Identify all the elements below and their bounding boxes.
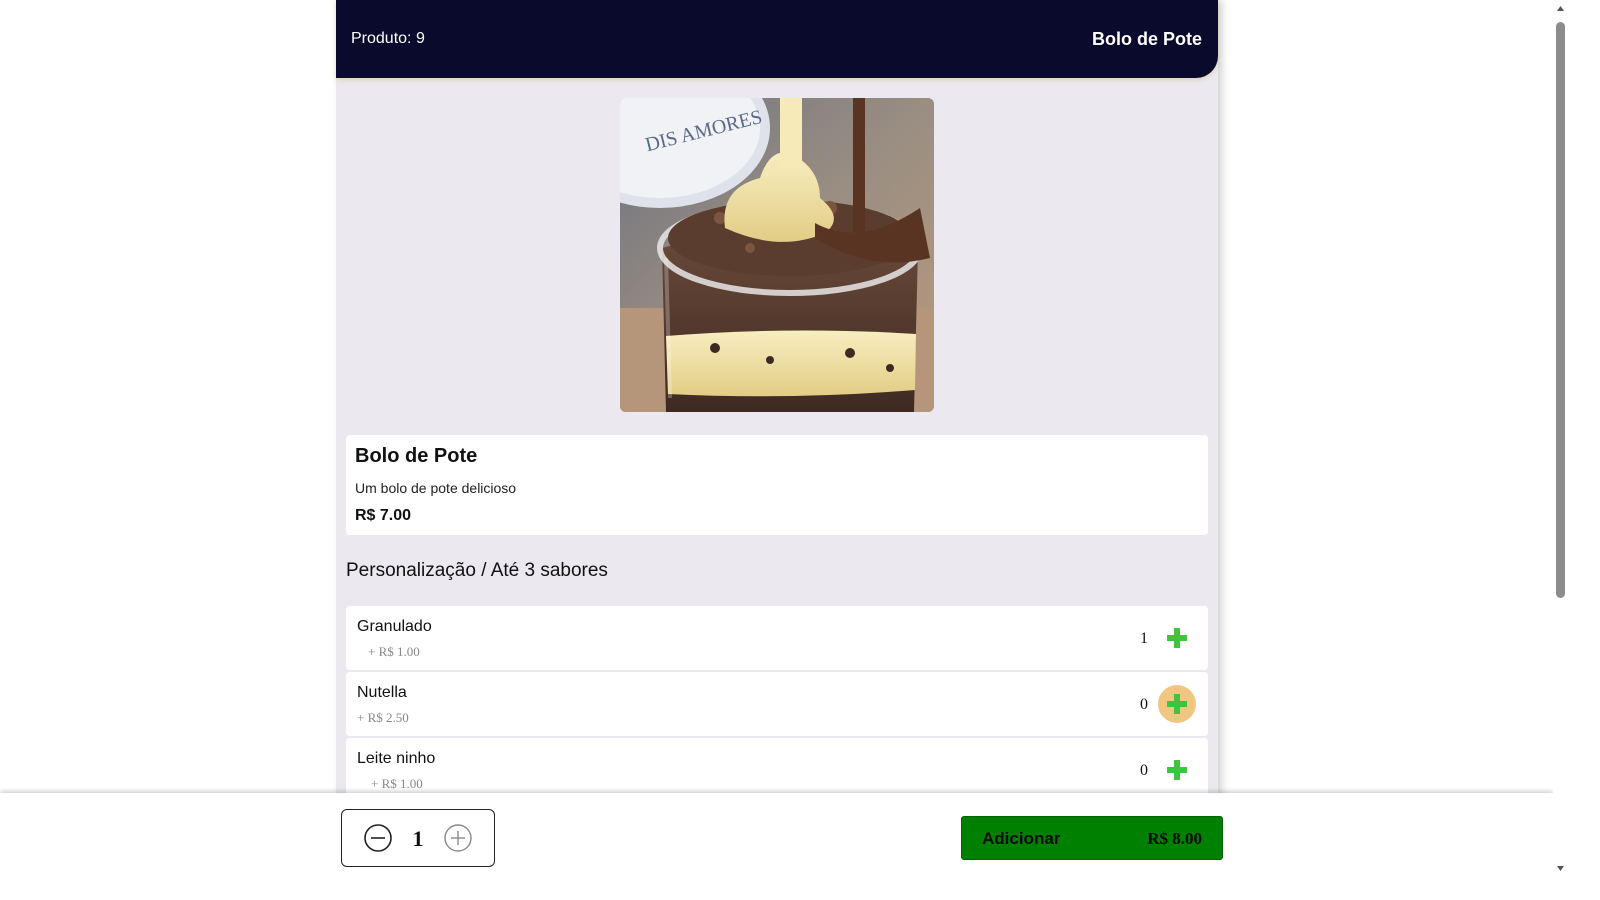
scroll-up-arrow-icon[interactable] bbox=[1556, 4, 1565, 13]
product-price: R$ 7.00 bbox=[355, 507, 412, 524]
scroll-thumb[interactable] bbox=[1556, 22, 1565, 598]
option-price: + R$ 1.00 bbox=[368, 644, 420, 659]
header: Produto: 9 Bolo de Pote bbox=[336, 0, 1218, 78]
add-button-total: R$ 8.00 bbox=[1147, 829, 1202, 848]
plus-circle-icon bbox=[444, 824, 472, 852]
option-nutella: Nutella + R$ 2.50 0 bbox=[346, 672, 1208, 736]
product-image: DIS AMORES bbox=[620, 98, 934, 412]
quantity-stepper: 1 bbox=[341, 809, 495, 867]
customization-title: Personalização / Até 3 sabores bbox=[346, 560, 608, 581]
scroll-down-arrow-icon[interactable] bbox=[1556, 864, 1565, 873]
product-card: Produto: 9 Bolo de Pote DIS AMORES Bolo … bbox=[336, 0, 1218, 900]
option-add-button[interactable] bbox=[1158, 619, 1196, 657]
option-name: Leite ninho bbox=[357, 750, 436, 767]
option-price: + R$ 2.50 bbox=[357, 710, 409, 725]
option-add-button[interactable] bbox=[1158, 751, 1196, 789]
quantity-value: 1 bbox=[412, 826, 424, 851]
product-info: Bolo de Pote Um bolo de pote delicioso R… bbox=[346, 435, 1208, 535]
plus-icon bbox=[1167, 628, 1187, 648]
cake-jar-image: DIS AMORES bbox=[620, 98, 934, 412]
add-button-label: Adicionar bbox=[982, 829, 1061, 848]
plus-icon bbox=[1167, 694, 1187, 714]
product-description: Um bolo de pote delicioso bbox=[355, 480, 517, 496]
plus-icon bbox=[1167, 760, 1187, 780]
quantity-increase-button[interactable] bbox=[443, 823, 473, 853]
product-id: Produto: 9 bbox=[351, 30, 425, 48]
option-count: 1 bbox=[1140, 630, 1148, 647]
product-id-number: 9 bbox=[415, 30, 425, 47]
vertical-scrollbar[interactable] bbox=[1553, 0, 1568, 900]
product-name: Bolo de Pote bbox=[355, 445, 478, 467]
minus-circle-icon bbox=[364, 824, 392, 852]
option-price: + R$ 1.00 bbox=[371, 776, 423, 791]
option-name: Granulado bbox=[357, 618, 432, 635]
option-count: 0 bbox=[1140, 696, 1148, 713]
option-name: Nutella bbox=[357, 684, 407, 701]
option-count: 0 bbox=[1140, 762, 1148, 779]
page: Produto: 9 Bolo de Pote DIS AMORES Bolo … bbox=[0, 0, 1600, 900]
header-title: Bolo de Pote bbox=[1091, 29, 1202, 49]
add-to-cart-button[interactable]: Adicionar R$ 8.00 bbox=[961, 816, 1223, 860]
product-id-label: Produto: bbox=[351, 30, 412, 47]
option-granulado: Granulado + R$ 1.00 1 bbox=[346, 606, 1208, 670]
option-add-button[interactable] bbox=[1158, 685, 1196, 723]
bottom-bar: 1 Adicionar R$ 8.00 bbox=[0, 793, 1553, 900]
quantity-decrease-button[interactable] bbox=[363, 823, 393, 853]
